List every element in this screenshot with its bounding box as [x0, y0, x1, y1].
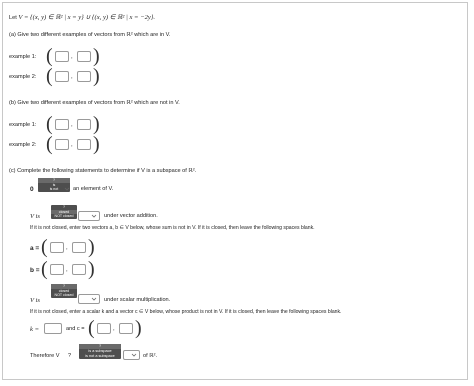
part-c-prompt: (c) Complete the following statements to… — [9, 168, 197, 174]
close-paren: ) — [93, 113, 100, 135]
set-variable: V — [18, 14, 23, 21]
open-paren: ( — [46, 45, 53, 67]
conclusion-selected-value: ? — [68, 353, 72, 359]
part-a-example-2-x-input[interactable] — [55, 71, 69, 82]
part-a-example-1-y-input[interactable] — [77, 51, 91, 62]
close-paren: ) — [93, 45, 100, 67]
part-a-example-2-label: example 2: — [9, 74, 37, 80]
close-paren: ) — [135, 317, 142, 339]
comma: , — [71, 74, 73, 80]
comma: , — [66, 267, 68, 273]
vector-a-x-input[interactable] — [50, 242, 64, 253]
subspace-select-box[interactable] — [123, 350, 140, 360]
vector-a-y-input[interactable] — [72, 242, 86, 253]
part-b-example-2-label: example 2: — [9, 142, 37, 148]
part-a-example-1-label: example 1: — [9, 54, 37, 60]
set-definition: = {(x, y) ∈ ℝ² | x = y} ∪ {(x, y) ∈ ℝ² |… — [23, 14, 156, 21]
close-paren: ) — [88, 236, 95, 258]
vector-b-x-input[interactable] — [50, 264, 64, 275]
vector-b-label: b = — [30, 267, 40, 274]
part-b-example-2-y-input[interactable] — [77, 139, 91, 150]
comma: , — [71, 122, 73, 128]
part-b-example-1-x-input[interactable] — [55, 119, 69, 130]
zero-vector-suffix: an element of V. — [73, 186, 114, 192]
part-b-example-1-y-input[interactable] — [77, 119, 91, 130]
open-paren: ( — [46, 133, 53, 155]
chevron-down-icon — [91, 297, 97, 301]
vector-c-label: and c = — [66, 326, 85, 332]
comma: , — [66, 245, 68, 251]
close-paren: ) — [93, 133, 100, 155]
open-paren: ( — [41, 236, 48, 258]
dropdown-option[interactable]: NOT closed — [51, 214, 77, 219]
close-paren: ) — [88, 258, 95, 280]
part-b-example-1-label: example 1: — [9, 122, 37, 128]
dropdown-option[interactable]: NOT closed — [51, 293, 77, 298]
open-paren: ( — [46, 113, 53, 135]
close-paren: ) — [93, 65, 100, 87]
vector-b-y-input[interactable] — [72, 264, 86, 275]
scalar-k-label: k = — [30, 326, 40, 333]
part-a-prompt: (a) Give two different examples of vecto… — [9, 32, 171, 38]
scalar-prefix: V is — [30, 297, 40, 304]
part-a-example-2-y-input[interactable] — [77, 71, 91, 82]
open-paren: ( — [41, 258, 48, 280]
open-paren: ( — [88, 317, 95, 339]
chevron-down-icon — [131, 353, 137, 357]
vector-a-label: a = — [30, 245, 40, 252]
open-paren: ( — [46, 65, 53, 87]
comma: , — [113, 326, 115, 332]
scalar-suffix: under scalar multiplication. — [104, 297, 171, 303]
part-b-example-2-x-input[interactable] — [55, 139, 69, 150]
comma: , — [71, 142, 73, 148]
chevron-down-icon — [91, 214, 97, 218]
let-label: Let — [9, 15, 17, 21]
conclusion-prefix: Therefore V — [30, 353, 60, 359]
chevron-down-icon — [64, 187, 70, 191]
part-b-prompt: (b) Give two different examples of vecto… — [9, 100, 180, 106]
subspace-dropdown[interactable]: ? is a subspace is not a subspace — [79, 344, 121, 359]
addition-closure-dropdown[interactable]: ? closed NOT closed — [51, 205, 77, 219]
scalar-k-input[interactable] — [44, 323, 62, 334]
addition-instruction: If it is not closed, enter two vectors a… — [30, 225, 315, 231]
part-a-example-1-x-input[interactable] — [55, 51, 69, 62]
addition-select-box[interactable] — [78, 211, 100, 221]
zero-vector-symbol: 0 — [30, 186, 34, 193]
problem-statement: Let V = {(x, y) ∈ ℝ² | x = y} ∪ {(x, y) … — [9, 14, 155, 22]
scalar-select-box[interactable] — [78, 294, 100, 304]
vector-c-x-input[interactable] — [97, 323, 111, 334]
vector-c-y-input[interactable] — [119, 323, 133, 334]
conclusion-suffix: of ℝ². — [143, 353, 158, 359]
dropdown-option[interactable]: is not a subspace — [79, 354, 121, 359]
addition-suffix: under vector addition. — [104, 213, 158, 219]
addition-prefix: V is — [30, 213, 40, 220]
scalar-closure-dropdown[interactable]: ? closed NOT closed — [51, 284, 77, 298]
comma: , — [71, 54, 73, 60]
scalar-instruction: If it is not closed, enter a scalar k an… — [30, 309, 342, 315]
